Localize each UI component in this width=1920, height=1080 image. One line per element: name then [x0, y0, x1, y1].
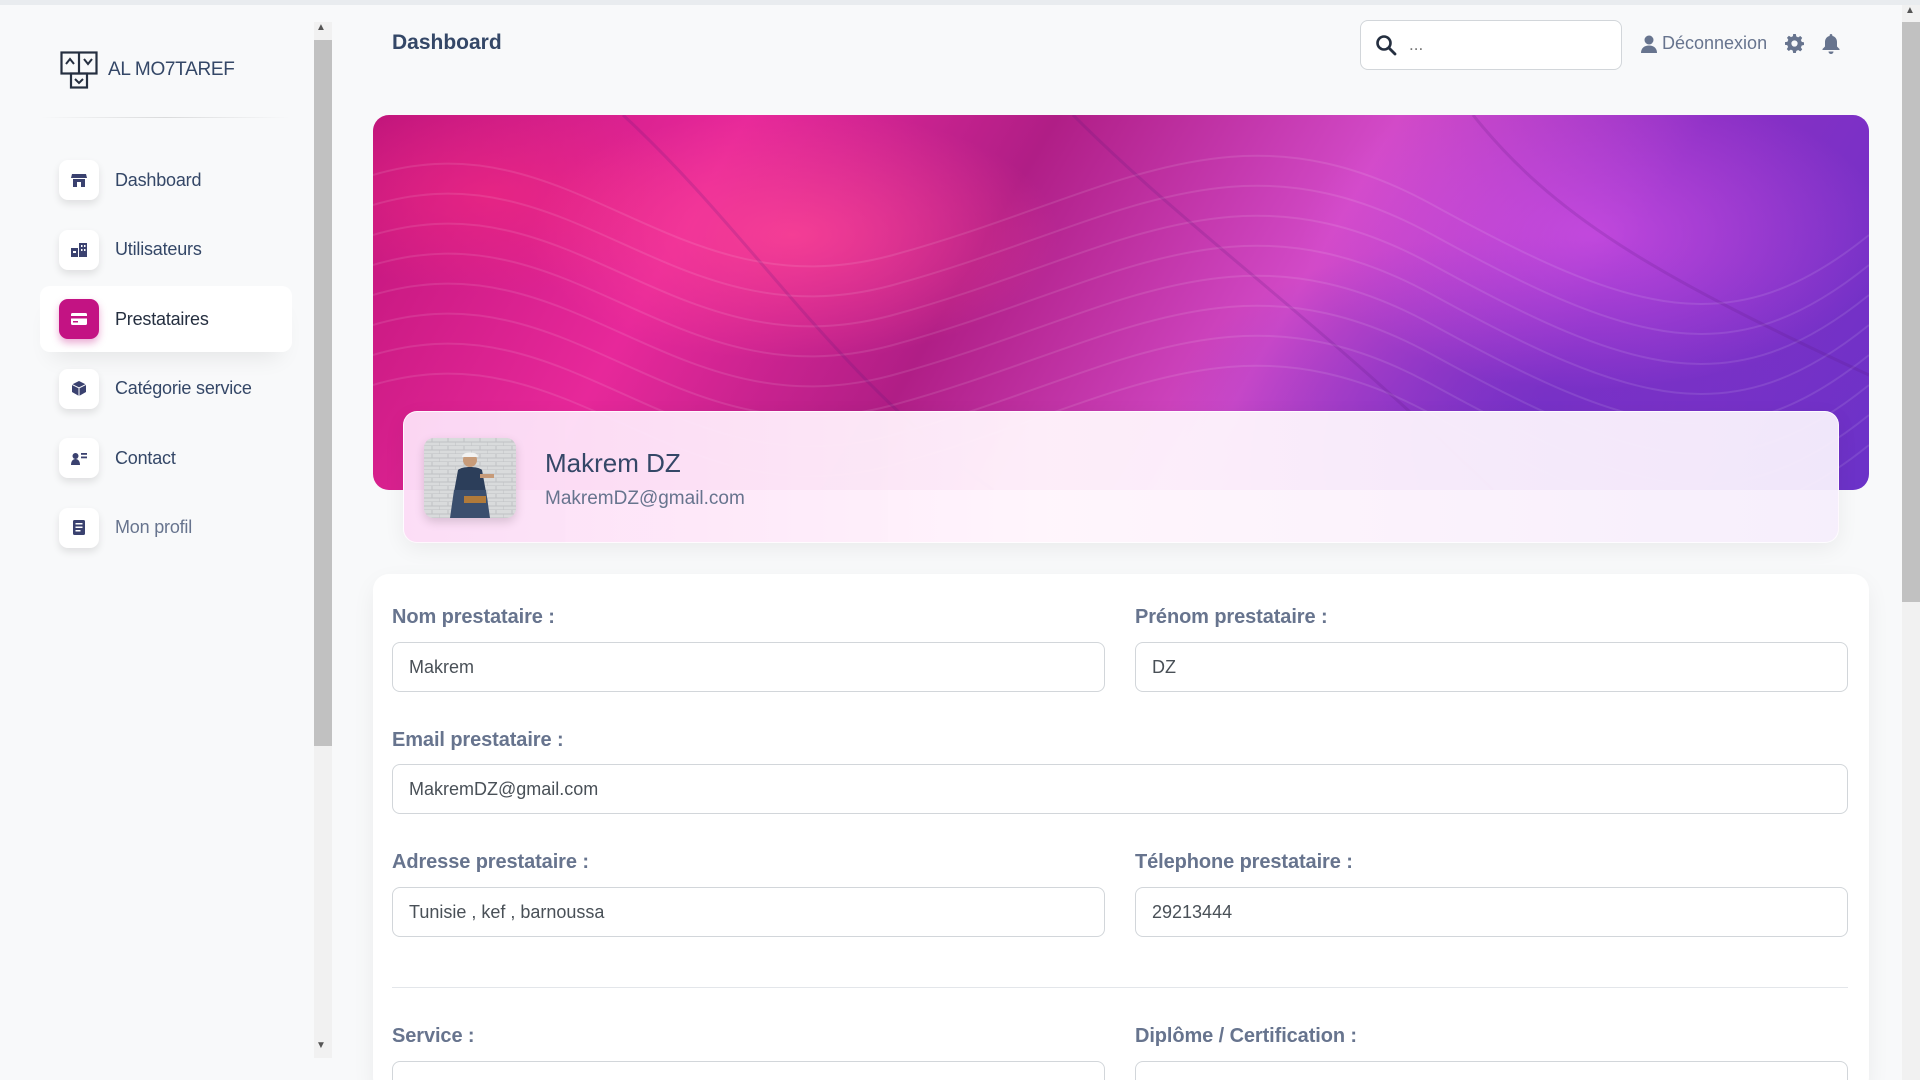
form-divider — [392, 987, 1848, 988]
sidebar-divider — [40, 117, 290, 118]
adresse-field[interactable]: Tunisie , kef , barnoussa — [392, 887, 1105, 937]
worker-photo — [424, 438, 516, 518]
sidebar-item-contact[interactable]: Contact — [40, 425, 292, 491]
gear-icon[interactable] — [1785, 34, 1804, 53]
search-input[interactable] — [1409, 35, 1589, 55]
scroll-down-arrow-icon[interactable]: ▼ — [316, 1040, 326, 1051]
page-title: Dashboard — [392, 31, 502, 54]
adresse-label: Adresse prestataire : — [392, 851, 589, 873]
logout-label: Déconnexion — [1662, 33, 1768, 53]
user-icon — [1641, 35, 1657, 53]
profile-name: Makrem DZ — [545, 448, 681, 478]
email-field[interactable]: MakremDZ@gmail.com — [392, 764, 1848, 814]
sidebar-item-categorie-service[interactable]: Catégorie service — [40, 356, 292, 422]
shop-icon — [59, 160, 99, 200]
page-scrollbar-thumb[interactable] — [1902, 22, 1920, 602]
profile-card: Makrem DZ MakremDZ@gmail.com — [403, 411, 1839, 543]
diplome-field[interactable] — [1135, 1061, 1848, 1080]
logout-button[interactable]: Déconnexion — [1641, 33, 1767, 54]
document-icon — [59, 507, 99, 548]
sidebar-item-mon-profil[interactable]: Mon profil — [40, 495, 292, 561]
service-field[interactable] — [392, 1061, 1105, 1080]
scroll-up-arrow-icon[interactable]: ▲ — [316, 22, 326, 33]
diplome-label: Diplôme / Certification : — [1135, 1025, 1357, 1047]
sidebar-item-label: Utilisateurs — [115, 239, 202, 259]
page-scroll-up-icon[interactable]: ▲ — [1905, 5, 1915, 16]
service-label: Service : — [392, 1025, 475, 1047]
profile-email: MakremDZ@gmail.com — [545, 488, 745, 509]
bell-icon[interactable] — [1822, 34, 1840, 54]
nom-label: Nom prestataire : — [392, 606, 555, 628]
brand-name: AL MO7TAREF — [108, 59, 235, 80]
nom-field[interactable]: Makrem — [392, 642, 1105, 692]
profile-avatar[interactable] — [424, 438, 516, 518]
prenom-field[interactable]: DZ — [1135, 642, 1848, 692]
sidebar-item-label: Contact — [115, 447, 176, 468]
sidebar-scrollbar-thumb[interactable] — [314, 40, 332, 746]
user-contact-icon — [59, 438, 99, 478]
sidebar-item-prestataires[interactable]: Prestataires — [40, 286, 292, 352]
credit-card-icon — [59, 299, 99, 339]
office-icon — [59, 229, 99, 270]
brand-logo-icon — [60, 51, 98, 89]
sidebar-item-label: Catégorie service — [115, 378, 252, 398]
search-icon — [1376, 35, 1397, 56]
sidebar-item-dashboard[interactable]: Dashboard — [40, 147, 292, 213]
sidebar-item-label: Dashboard — [115, 169, 202, 190]
search-box[interactable] — [1360, 20, 1622, 70]
brand[interactable]: AL MO7TAREF — [60, 51, 235, 89]
sidebar: AL MO7TAREF Dashboard Utilisateurs Prest… — [0, 5, 314, 1080]
telephone-field[interactable]: 29213444 — [1135, 887, 1848, 937]
sidebar-nav: Dashboard Utilisateurs Prestataires Caté… — [40, 147, 292, 564]
sidebar-item-utilisateurs[interactable]: Utilisateurs — [40, 217, 292, 283]
prenom-label: Prénom prestataire : — [1135, 606, 1328, 628]
email-label: Email prestataire : — [392, 729, 564, 751]
sidebar-item-label: Mon profil — [115, 517, 193, 537]
telephone-label: Télephone prestataire : — [1135, 851, 1353, 873]
box-icon — [59, 368, 99, 409]
sidebar-item-label: Prestataires — [115, 308, 209, 329]
